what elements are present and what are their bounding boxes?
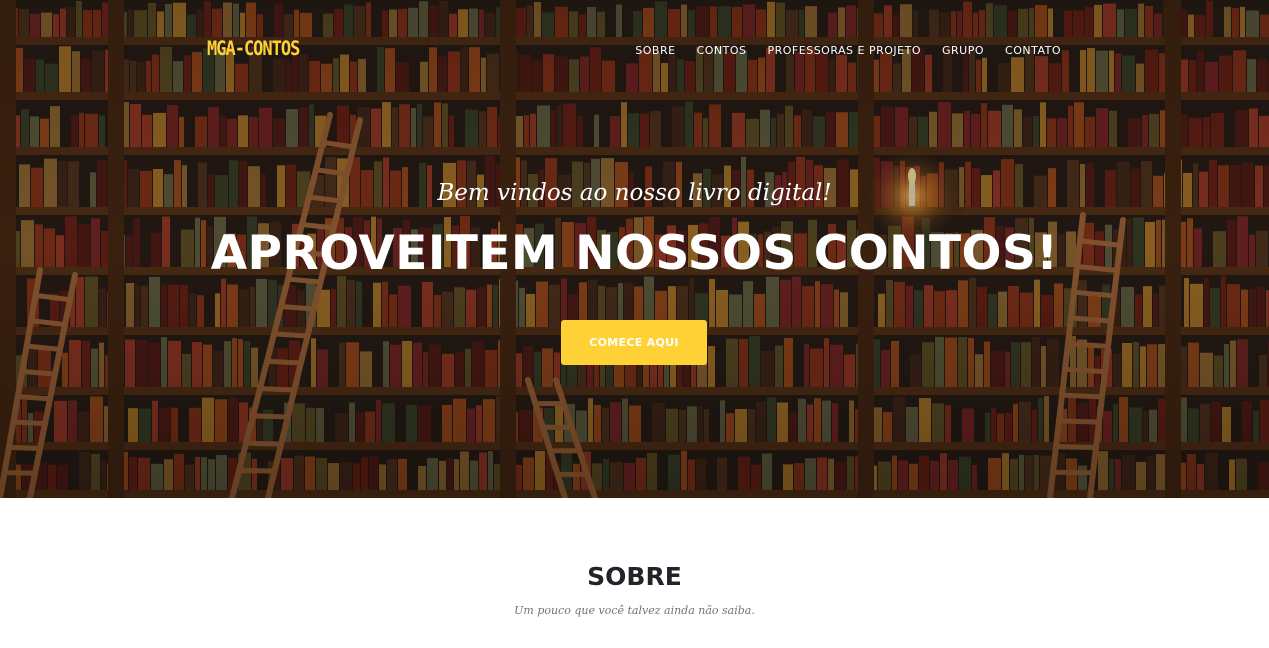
nav-item-professoras-e-projeto[interactable]: PROFESSORAS E PROJETO	[768, 44, 922, 57]
hero-title: APROVEITEM NOSSOS CONTOS!	[210, 226, 1059, 281]
hero-section: MGA-CONTOS SOBRE CONTOS PROFESSORAS E PR…	[0, 0, 1269, 498]
nav-item-contos[interactable]: CONTOS	[697, 44, 747, 57]
section-subheading: Um pouco que você talvez ainda não saiba…	[514, 604, 755, 617]
hero-subtitle: Bem vindos ao nosso livro digital!	[437, 180, 832, 206]
brand-logo[interactable]: MGA-CONTOS	[207, 38, 300, 61]
nav-item-grupo[interactable]: GRUPO	[942, 44, 984, 57]
main-navbar: MGA-CONTOS SOBRE CONTOS PROFESSORAS E PR…	[0, 0, 1269, 100]
start-here-button[interactable]: COMECE AQUI	[561, 320, 707, 365]
nav-item-contato[interactable]: CONTATO	[1005, 44, 1061, 57]
nav-menu: SOBRE CONTOS PROFESSORAS E PROJETO GRUPO…	[635, 44, 1061, 57]
nav-item-sobre[interactable]: SOBRE	[635, 44, 675, 57]
section-heading: SOBRE	[587, 562, 682, 591]
about-section: SOBRE Um pouco que você talvez ainda não…	[0, 498, 1269, 648]
